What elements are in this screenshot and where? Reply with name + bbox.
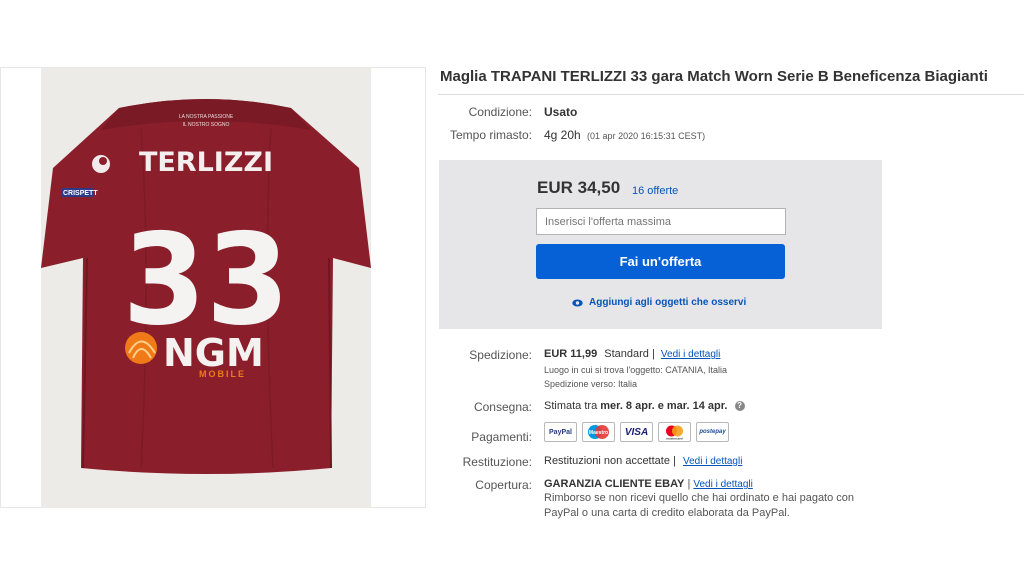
bid-panel: EUR 34,50 16 offerte Fai un'offerta Aggi… <box>439 160 882 329</box>
time-left-end: (01 apr 2020 16:15:31 CEST) <box>587 131 706 141</box>
item-location: Luogo in cui si trova l'oggetto: CATANIA… <box>544 365 727 375</box>
coverage-title: GARANZIA CLIENTE EBAY <box>544 478 685 490</box>
time-left-duration: 4g 20h <box>544 128 581 142</box>
collar-text-1: LA NOSTRA PASSIONE <box>179 114 234 120</box>
condition-label: Condizione: <box>468 105 532 119</box>
payments-label: Pagamenti: <box>471 430 532 444</box>
postepay-icon: postepay <box>696 422 729 442</box>
shipping-row: EUR 11,99 Standard | Vedi i dettagli <box>544 348 720 360</box>
coverage-label: Copertura: <box>475 478 532 492</box>
coverage-line-2: PayPal o una carta di credito elaborata … <box>544 507 790 519</box>
delivery-range: mer. 8 apr. e mar. 14 apr. <box>600 400 728 412</box>
time-left-value: 4g 20h (01 apr 2020 16:15:31 CEST) <box>544 128 705 142</box>
coverage-details-link[interactable]: Vedi i dettagli <box>693 479 753 490</box>
coverage-line-1: Rimborso se non ricevi quello che hai or… <box>544 492 855 504</box>
product-photo[interactable]: LA NOSTRA PASSIONE IL NOSTRO SOGNO CRISP… <box>41 68 371 508</box>
jersey-image: LA NOSTRA PASSIONE IL NOSTRO SOGNO CRISP… <box>41 68 371 508</box>
maestro-label: Maestro <box>589 430 608 436</box>
time-left-label: Tempo rimasto: <box>449 128 532 142</box>
maestro-icon: Maestro <box>582 422 615 442</box>
eye-icon <box>572 299 583 306</box>
returns-row: Restituzioni non accettate | Vedi i dett… <box>544 455 742 467</box>
product-photo-frame: LA NOSTRA PASSIONE IL NOSTRO SOGNO CRISP… <box>0 67 426 508</box>
paypal-icon: PayPal <box>544 422 577 442</box>
watchlist-label: Aggiungi agli oggetti che osservi <box>589 297 747 308</box>
returns-label: Restituzione: <box>462 455 532 469</box>
condition-value: Usato <box>544 105 578 119</box>
delivery-prefix: Stimata tra <box>544 400 601 412</box>
sleeve-patch-text: CRISPETT <box>63 190 98 197</box>
listing-title: Maglia TRAPANI TERLIZZI 33 gara Match Wo… <box>440 68 988 85</box>
delivery-label: Consegna: <box>473 400 532 414</box>
help-icon[interactable]: ? <box>734 401 745 411</box>
returns-value: Restituzioni non accettate | <box>544 455 676 467</box>
current-price: EUR 34,50 <box>537 178 621 197</box>
max-bid-input[interactable] <box>536 208 786 235</box>
returns-details-link[interactable]: Vedi i dettagli <box>683 456 743 467</box>
collar-text-2: IL NOSTRO SOGNO <box>183 122 230 128</box>
jersey-name: TERLIZZI <box>139 147 273 178</box>
shipping-method: Standard | <box>604 348 655 360</box>
add-to-watchlist-link[interactable]: Aggiungi agli oggetti che osservi <box>572 297 746 308</box>
sponsor-sub: MOBILE <box>199 369 246 379</box>
offers-count-link[interactable]: 16 offerte <box>632 185 678 197</box>
visa-icon: VISA <box>620 422 653 442</box>
mastercard-label: mastercard <box>666 437 682 441</box>
coverage-row: GARANZIA CLIENTE EBAY | Vedi i dettagli <box>544 478 753 490</box>
delivery-row: Stimata tra mer. 8 apr. e mar. 14 apr. ? <box>544 400 745 412</box>
title-divider <box>438 94 1024 95</box>
shipping-price: EUR 11,99 <box>544 348 598 360</box>
shipping-destination: Spedizione verso: Italia <box>544 379 638 389</box>
mastercard-icon: mastercard <box>658 422 691 442</box>
shipping-details-link[interactable]: Vedi i dettagli <box>661 349 721 360</box>
place-bid-button[interactable]: Fai un'offerta <box>536 244 785 279</box>
shipping-label: Spedizione: <box>469 348 532 362</box>
